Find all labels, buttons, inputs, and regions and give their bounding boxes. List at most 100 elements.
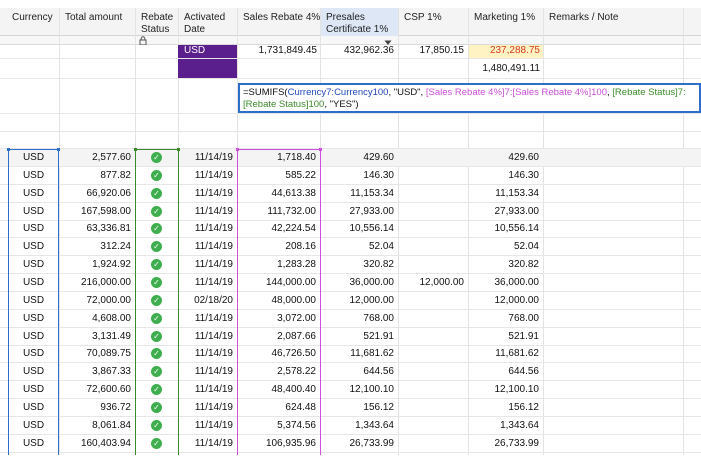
marketing-cell[interactable]: 1,343.64 <box>468 420 539 432</box>
total-amount-cell[interactable]: 3,867.33 <box>59 366 131 378</box>
marketing-cell[interactable]: 768.00 <box>468 313 539 325</box>
marketing-cell[interactable]: 429.60 <box>468 152 539 164</box>
column-header-presales[interactable]: Presales Certificate 1% <box>320 8 398 36</box>
presales-cell[interactable]: 12,000.00 <box>320 295 395 307</box>
sales-range-handle[interactable] <box>236 148 239 151</box>
total-amount-cell[interactable]: 1,924.92 <box>59 259 131 271</box>
total-amount-cell[interactable]: 72,000.00 <box>59 295 132 307</box>
csp-total[interactable]: 17,850.15 <box>398 45 465 57</box>
marketing-cell[interactable]: 11,153.34 <box>468 188 539 200</box>
rebate-range-handle[interactable] <box>134 148 137 151</box>
presales-cell[interactable]: 768.00 <box>320 313 394 325</box>
table-row[interactable]: USD 72,600.60 ✓ 11/14/19 48,400.40 12,100.10 1… <box>0 381 701 399</box>
column-header-marketing[interactable]: Marketing 1% <box>468 8 543 36</box>
marketing-cell[interactable]: 10,556.14 <box>468 223 540 235</box>
activated-date-cell[interactable]: 11/14/19 <box>178 348 233 360</box>
presales-cell[interactable]: 27,933.00 <box>320 206 395 218</box>
marketing-total[interactable]: 237,288.75 <box>468 45 540 57</box>
marketing-cell[interactable]: 27,933.00 <box>468 206 540 218</box>
activated-date-cell[interactable]: 11/14/19 <box>178 331 233 343</box>
activated-date-cell[interactable]: 11/14/19 <box>178 438 233 450</box>
presales-cell[interactable]: 644.56 <box>320 366 394 378</box>
table-row[interactable]: USD 3,867.33 ✓ 11/14/19 2,578.22 644.56 644.56 <box>0 363 701 381</box>
csp-cell[interactable]: 12,000.00 <box>398 277 465 289</box>
table-row[interactable]: USD 877.82 ✓ 11/14/19 585.22 146.30 146.30 <box>0 167 701 185</box>
marketing-second-total[interactable]: 1,480,491.11 <box>468 63 540 75</box>
activated-date-cell[interactable]: 11/14/19 <box>178 366 233 378</box>
table-row[interactable]: USD 167,598.00 ✓ 11/14/19 111,732.00 27,933.0… <box>0 203 701 221</box>
total-amount-cell[interactable]: 4,608.00 <box>59 313 131 325</box>
table-row[interactable]: USD 66,920.06 ✓ 11/14/19 44,613.38 11,153.34 1… <box>0 185 701 203</box>
total-amount-cell[interactable]: 63,336.81 <box>59 223 132 235</box>
total-amount-cell[interactable]: 2,577.60 <box>59 152 131 164</box>
presales-cell[interactable]: 146.30 <box>320 170 394 182</box>
column-header-sales-rebate[interactable]: Sales Rebate 4% <box>237 8 320 36</box>
total-amount-cell[interactable]: 312.24 <box>59 241 131 253</box>
marketing-cell[interactable]: 521.91 <box>468 331 539 343</box>
activated-date-cell[interactable]: 11/14/19 <box>178 152 233 164</box>
activated-date-cell[interactable]: 11/14/19 <box>178 206 233 218</box>
rebate-range-handle[interactable] <box>177 148 180 151</box>
activated-date-cell[interactable]: 11/14/19 <box>178 241 233 253</box>
activated-date-cell[interactable]: 02/18/20 <box>178 295 233 307</box>
table-row[interactable]: USD 160,403.94 ✓ 11/14/19 106,935.96 26,733.9… <box>0 435 701 453</box>
presales-cell[interactable]: 1,343.64 <box>320 420 394 432</box>
total-amount-cell[interactable]: 160,403.94 <box>59 438 131 450</box>
total-amount-cell[interactable]: 216,000.00 <box>59 277 131 289</box>
total-amount-cell[interactable]: 3,131.49 <box>59 331 131 343</box>
total-amount-cell[interactable]: 877.82 <box>59 170 131 182</box>
sales-rebate-total[interactable]: 1,731,849.45 <box>237 45 317 57</box>
column-header-rebate-status[interactable]: Rebate Status <box>135 8 178 36</box>
marketing-cell[interactable]: 11,681.62 <box>468 348 539 360</box>
column-header-currency[interactable]: Currency <box>0 8 59 36</box>
marketing-cell[interactable]: 12,100.10 <box>468 384 540 396</box>
activated-date-cell[interactable]: 11/14/19 <box>178 384 233 396</box>
currency-range-handle[interactable] <box>57 148 60 151</box>
table-row[interactable]: USD 216,000.00 ✓ 11/14/19 144,000.00 36,000.0… <box>0 274 701 292</box>
table-row[interactable]: USD 63,336.81 ✓ 11/14/19 42,224.54 10,556.14 1… <box>0 220 701 238</box>
table-row[interactable]: USD 72,000.00 ✓ 02/18/20 48,000.00 12,000.00 1… <box>0 292 701 310</box>
activated-date-cell[interactable]: 11/14/19 <box>178 277 233 289</box>
lock-icon[interactable] <box>139 36 147 46</box>
presales-cell[interactable]: 11,681.62 <box>320 348 394 360</box>
activated-date-cell[interactable]: 11/14/19 <box>178 188 233 200</box>
activated-date-cell[interactable]: 11/14/19 <box>178 313 233 325</box>
table-row[interactable]: USD 70,089.75 ✓ 11/14/19 46,726.50 11,681.62 1… <box>0 345 701 363</box>
marketing-cell[interactable]: 12,000.00 <box>468 295 540 307</box>
activated-date-cell[interactable]: 11/14/19 <box>178 170 233 182</box>
presales-cell[interactable]: 10,556.14 <box>320 223 395 235</box>
marketing-cell[interactable]: 52.04 <box>468 241 539 253</box>
activated-date-cell[interactable]: 11/14/19 <box>178 259 233 271</box>
marketing-cell[interactable]: 156.12 <box>468 402 539 414</box>
presales-total[interactable]: 432,962.36 <box>320 45 394 57</box>
column-header-total-amount[interactable]: Total amount <box>59 8 135 36</box>
total-amount-cell[interactable]: 72,600.60 <box>59 384 132 396</box>
table-row[interactable]: USD 2,577.60 ✓ 11/14/19 1,718.40 429.60 429.60 <box>0 149 701 167</box>
currency-summary-cell-2[interactable] <box>178 59 237 78</box>
table-row[interactable]: USD 8,061.84 ✓ 11/14/19 5,374.56 1,343.64 1,34… <box>0 417 701 435</box>
table-row[interactable]: USD 3,131.49 ✓ 11/14/19 2,087.66 521.91 521.91 <box>0 328 701 346</box>
marketing-cell[interactable]: 644.56 <box>468 366 539 378</box>
activated-date-cell[interactable]: 11/14/19 <box>178 420 233 432</box>
total-amount-cell[interactable]: 66,920.06 <box>59 188 132 200</box>
marketing-cell[interactable]: 146.30 <box>468 170 539 182</box>
column-header-remarks[interactable]: Remarks / Note <box>543 8 683 36</box>
table-row[interactable]: USD 4,608.00 ✓ 11/14/19 3,072.00 768.00 768.00 <box>0 310 701 328</box>
total-amount-cell[interactable]: 936.72 <box>59 402 131 414</box>
total-amount-cell[interactable]: 167,598.00 <box>59 206 131 218</box>
presales-cell[interactable]: 156.12 <box>320 402 394 414</box>
marketing-cell[interactable]: 36,000.00 <box>468 277 540 289</box>
total-amount-cell[interactable]: 8,061.84 <box>59 420 131 432</box>
column-header-csp[interactable]: CSP 1% <box>398 8 468 36</box>
formula-editor[interactable]: =SUMIFS(Currency7:Currency100, "USD", [S… <box>238 83 701 113</box>
presales-cell[interactable]: 521.91 <box>320 331 394 343</box>
presales-cell[interactable]: 36,000.00 <box>320 277 395 289</box>
presales-cell[interactable]: 26,733.99 <box>320 438 395 450</box>
presales-cell[interactable]: 12,100.10 <box>320 384 395 396</box>
table-row[interactable]: USD 312.24 ✓ 11/14/19 208.16 52.04 52.04 <box>0 238 701 256</box>
presales-cell[interactable]: 11,153.34 <box>320 188 394 200</box>
marketing-cell[interactable]: 320.82 <box>468 259 539 271</box>
presales-cell[interactable]: 52.04 <box>320 241 394 253</box>
activated-date-cell[interactable]: 11/14/19 <box>178 223 233 235</box>
activated-date-cell[interactable]: 11/14/19 <box>178 402 233 414</box>
